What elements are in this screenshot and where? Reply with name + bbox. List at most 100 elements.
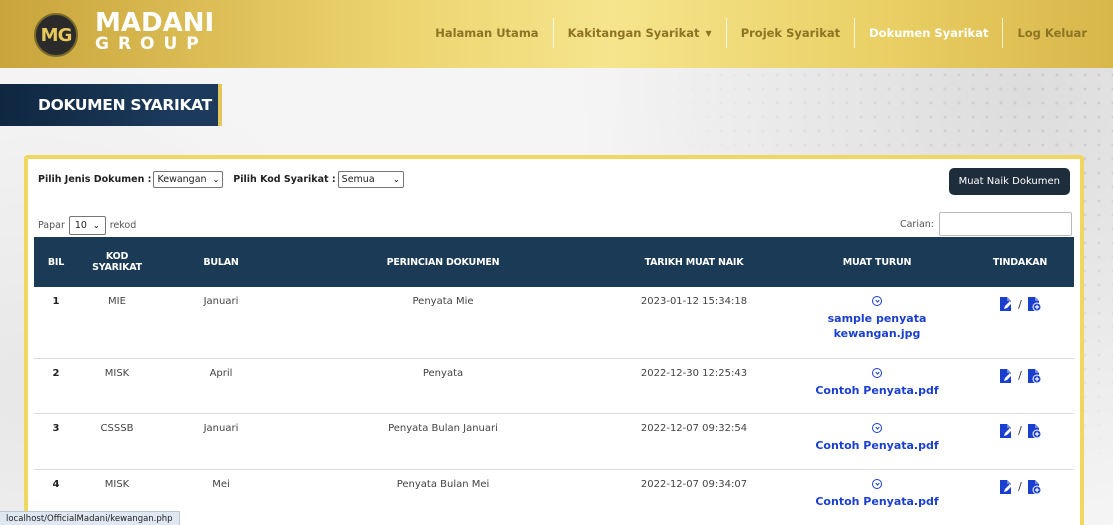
cell-kod: CSSSB — [78, 413, 156, 470]
page-length: Papar 10 ⌄ rekod — [38, 216, 136, 235]
documents-table: BIL KOD SYARIKAT BULAN PERINCIAN DOKUMEN… — [34, 237, 1074, 525]
cell-tindakan: / — [966, 413, 1074, 470]
length-select[interactable]: 10 ⌄ — [68, 216, 106, 235]
nav-label: Log Keluar — [1017, 26, 1087, 40]
edit-document-icon[interactable] — [998, 479, 1014, 495]
nav-kakitangan-syarikat[interactable]: Kakitangan Syarikat ▼ — [552, 18, 726, 48]
cell-tarikh: 2022-12-07 09:32:54 — [600, 413, 788, 470]
cell-kod: MISK — [78, 358, 156, 414]
download-link[interactable]: Contoh Penyata.pdf — [788, 422, 966, 453]
download-icon — [872, 478, 882, 489]
add-document-icon[interactable] — [1026, 296, 1042, 312]
cell-tindakan: / — [966, 469, 1074, 525]
filters: Pilih Jenis Dokumen : Kewangan ⌄ Pilih K… — [38, 171, 414, 188]
chevron-down-icon: ⌄ — [92, 221, 100, 230]
cell-tarikh: 2022-12-07 09:34:07 — [600, 469, 788, 525]
download-filename: Contoh Penyata.pdf — [815, 438, 939, 452]
company-label: Pilih Kod Syarikat : — [233, 174, 336, 185]
download-icon — [872, 422, 882, 433]
download-filename: Contoh Penyata.pdf — [815, 494, 939, 508]
nav-log-keluar[interactable]: Log Keluar — [1002, 18, 1101, 48]
brand-sub: GROUP — [95, 34, 208, 54]
upload-document-button[interactable]: Muat Naik Dokumen — [948, 168, 1070, 195]
search-input[interactable] — [939, 212, 1072, 236]
add-document-icon[interactable] — [1026, 479, 1042, 495]
cell-perincian: Penyata Bulan Mei — [286, 469, 600, 525]
doc-type-label: Pilih Jenis Dokumen : — [38, 174, 152, 185]
cell-tindakan: / — [966, 358, 1074, 414]
caret-down-icon: ▼ — [705, 28, 712, 38]
edit-document-icon[interactable] — [998, 368, 1014, 384]
logo[interactable]: MG — [34, 13, 78, 57]
cell-bulan: Januari — [156, 287, 286, 359]
col-tarikh[interactable]: TARIKH MUAT NAIK — [600, 237, 788, 287]
col-bulan[interactable]: BULAN — [156, 237, 286, 287]
col-kod-line2: SYARIKAT — [92, 262, 142, 273]
nav-label: Kakitangan Syarikat — [567, 26, 700, 40]
browser-status-bar: localhost/OfficialMadani/kewangan.php — [0, 511, 180, 525]
action-separator: / — [1018, 369, 1022, 382]
cell-bil: 2 — [34, 358, 78, 414]
logo-initials: MG — [40, 24, 73, 46]
table-row: 3 CSSSB Januari Penyata Bulan Januari 20… — [34, 413, 1074, 470]
search: Carian: — [900, 212, 1072, 236]
cell-perincian: Penyata — [286, 358, 600, 414]
nav-label: Dokumen Syarikat — [869, 26, 989, 40]
action-separator: / — [1018, 424, 1022, 437]
cell-tarikh: 2022-12-30 12:25:43 — [600, 358, 788, 414]
length-suffix: rekod — [109, 220, 137, 231]
cell-bil: 1 — [34, 287, 78, 359]
company-value: Semua — [341, 174, 375, 185]
cell-muat-turun: Contoh Penyata.pdf — [788, 358, 966, 414]
nav-label: Projek Syarikat — [740, 26, 841, 40]
col-muat-turun[interactable]: MUAT TURUN — [788, 237, 966, 287]
edit-document-icon[interactable] — [998, 296, 1014, 312]
download-icon — [872, 296, 882, 306]
col-perincian[interactable]: PERINCIAN DOKUMEN — [286, 237, 600, 287]
cell-tindakan: / — [966, 287, 1074, 359]
doc-type-select[interactable]: Kewangan ⌄ — [153, 171, 224, 188]
nav-dokumen-syarikat[interactable]: Dokumen Syarikat — [854, 18, 1002, 48]
cell-perincian: Penyata Bulan Januari — [286, 413, 600, 470]
download-icon — [872, 367, 882, 378]
table-header-row: BIL KOD SYARIKAT BULAN PERINCIAN DOKUMEN… — [34, 237, 1074, 287]
chevron-down-icon: ⌄ — [392, 175, 400, 184]
doc-type-value: Kewangan — [157, 174, 207, 185]
add-document-icon[interactable] — [1026, 423, 1042, 439]
table-row: 2 MISK April Penyata 2022-12-30 12:25:43… — [34, 358, 1074, 414]
action-separator: / — [1018, 297, 1022, 311]
cell-tarikh: 2023-01-12 15:34:18 — [600, 287, 788, 359]
cell-bulan: April — [156, 358, 286, 414]
search-label: Carian: — [899, 218, 934, 230]
edit-document-icon[interactable] — [998, 423, 1014, 439]
cell-muat-turun: sample penyata kewangan.jpg — [788, 287, 966, 359]
download-link[interactable]: sample penyata kewangan.jpg — [788, 296, 966, 341]
nav-halaman-utama[interactable]: Halaman Utama — [421, 18, 552, 48]
chevron-down-icon: ⌄ — [212, 175, 220, 184]
company-select[interactable]: Semua ⌄ — [337, 171, 404, 188]
page-title: DOKUMEN SYARIKAT — [38, 96, 212, 114]
download-link[interactable]: Contoh Penyata.pdf — [788, 367, 966, 398]
cell-muat-turun: Contoh Penyata.pdf — [788, 413, 966, 470]
col-kod-line1: KOD — [105, 251, 129, 262]
add-document-icon[interactable] — [1026, 368, 1042, 384]
table-row: 4 MISK Mei Penyata Bulan Mei 2022-12-07 … — [34, 469, 1074, 525]
brand[interactable]: MADANI GROUP — [95, 10, 214, 53]
cell-bulan: Januari — [156, 413, 286, 470]
col-kod-syarikat[interactable]: KOD SYARIKAT — [78, 237, 156, 287]
cell-perincian: Penyata Mie — [286, 287, 600, 359]
col-tindakan[interactable]: TINDAKAN — [966, 237, 1074, 287]
col-bil[interactable]: BIL — [34, 237, 78, 287]
download-filename: Contoh Penyata.pdf — [815, 383, 939, 397]
download-link[interactable]: Contoh Penyata.pdf — [788, 478, 966, 509]
navbar: MG MADANI GROUP Halaman Utama Kakitangan… — [0, 0, 1113, 68]
document-card: Pilih Jenis Dokumen : Kewangan ⌄ Pilih K… — [24, 155, 1084, 525]
cell-bil: 3 — [34, 413, 78, 470]
download-filename-ext: kewangan.jpg — [833, 327, 921, 340]
cell-kod: MIE — [78, 287, 156, 359]
nav-projek-syarikat[interactable]: Projek Syarikat — [725, 18, 854, 48]
cell-muat-turun: Contoh Penyata.pdf — [788, 469, 966, 525]
brand-name: MADANI — [95, 8, 215, 38]
length-prefix: Papar — [38, 220, 65, 231]
download-filename: sample penyata — [827, 312, 927, 325]
